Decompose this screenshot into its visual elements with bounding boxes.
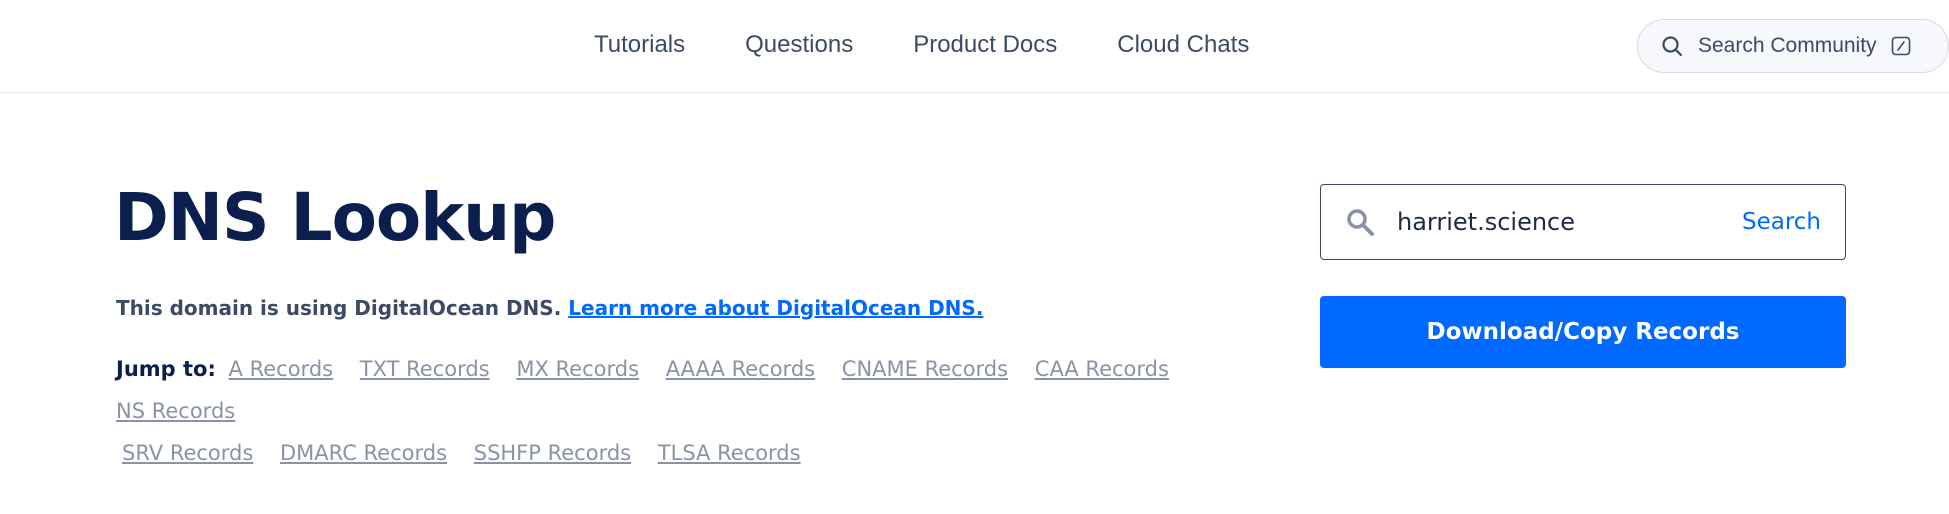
jump-link-ns-records[interactable]: NS Records [116,390,235,432]
nav-link-cloud-chats[interactable]: Cloud Chats [1117,31,1249,59]
jump-link-sshfp-records[interactable]: SSHFP Records [474,432,631,474]
community-search-input[interactable]: Search Community [1637,19,1949,73]
domain-search-input[interactable] [1397,192,1742,252]
jump-link-mx-records[interactable]: MX Records [516,348,639,390]
nav-links: Tutorials Questions Product Docs Cloud C… [594,31,1249,59]
jump-link-srv-records[interactable]: SRV Records [122,432,253,474]
jump-to-label: Jump to: [116,357,216,381]
search-icon [1347,209,1374,236]
download-copy-records-button[interactable]: Download/Copy Records [1320,296,1846,368]
jump-link-caa-records[interactable]: CAA Records [1035,348,1169,390]
dns-note-text: This domain is using DigitalOcean DNS. [116,296,562,320]
community-search-placeholder: Search Community [1698,34,1877,57]
domain-search-box: Search [1320,184,1846,260]
dns-provider-note: This domain is using DigitalOcean DNS. L… [116,296,983,320]
jump-row-1: Jump to: A Records TXT Records MX Record… [116,348,1256,432]
keyboard-shortcut-icon [1891,36,1910,56]
search-icon [1662,36,1683,57]
jump-link-aaaa-records[interactable]: AAAA Records [666,348,815,390]
jump-link-tlsa-records[interactable]: TLSA Records [658,432,801,474]
learn-more-link[interactable]: Learn more about DigitalOcean DNS. [568,296,983,320]
jump-link-dmarc-records[interactable]: DMARC Records [280,432,447,474]
jump-link-a-records[interactable]: A Records [229,348,334,390]
jump-link-cname-records[interactable]: CNAME Records [842,348,1008,390]
page-title: DNS Lookup [114,179,556,256]
jump-link-txt-records[interactable]: TXT Records [360,348,490,390]
nav-link-questions[interactable]: Questions [745,31,853,59]
jump-row-2: SRV Records DMARC Records SSHFP Records … [116,432,1256,474]
nav-link-tutorials[interactable]: Tutorials [594,31,685,59]
nav-link-product-docs[interactable]: Product Docs [913,31,1057,59]
search-button[interactable]: Search [1742,209,1821,235]
top-navigation: Tutorials Questions Product Docs Cloud C… [0,0,1949,93]
jump-to-links: Jump to: A Records TXT Records MX Record… [116,348,1256,474]
